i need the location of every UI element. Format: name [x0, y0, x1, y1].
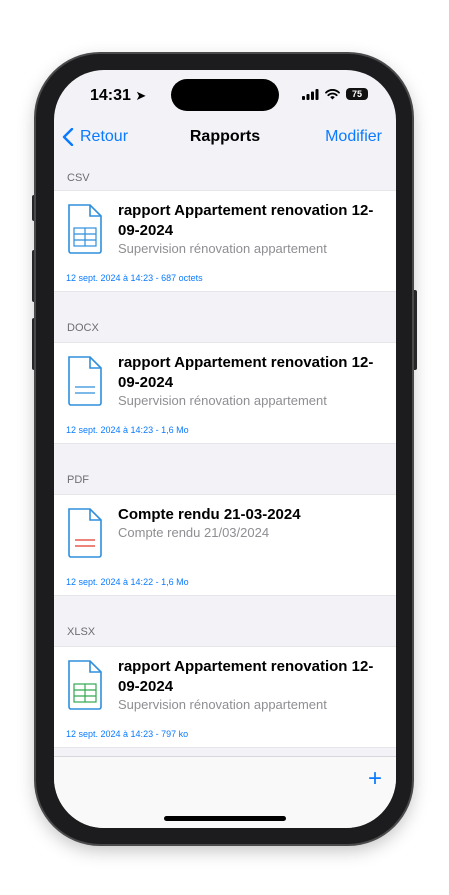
report-meta: 12 sept. 2024 à 14:22 - 1,6 Mo [66, 577, 189, 587]
report-subtitle: Supervision rénovation appartement [118, 697, 327, 712]
section-header-pdf: PDF [67, 474, 89, 486]
report-title: rapport Appartement renovation 12-09-202… [118, 658, 374, 695]
status-icons: 75 [302, 88, 368, 100]
screen: 14:31 ➤ 75 Retour Rapports Modifier CSV … [54, 70, 396, 828]
report-title: Compte rendu 21-03-2024 [118, 506, 301, 523]
report-meta: 12 sept. 2024 à 14:23 - 797 ko [66, 729, 189, 739]
status-bar: 14:31 ➤ 75 [54, 70, 396, 120]
report-meta: 12 sept. 2024 à 14:23 - 1,6 Mo [66, 425, 189, 435]
report-title: rapport Appartement renovation 12-09-202… [118, 354, 374, 391]
report-list: CSV rapport Appartement renovation 12-09… [54, 156, 396, 748]
wifi-icon [325, 88, 340, 99]
signal-icon [302, 88, 319, 100]
pdf-file-icon [68, 508, 102, 558]
list-item[interactable]: rapport Appartement renovation 12-09-202… [54, 190, 396, 292]
dynamic-island [171, 79, 279, 111]
status-time: 14:31 ➤ [90, 87, 146, 105]
list-item[interactable]: rapport Appartement renovation 12-09-202… [54, 342, 396, 444]
csv-file-icon [68, 204, 102, 254]
add-report-button[interactable]: + [368, 767, 382, 791]
report-title: rapport Appartement renovation 12-09-202… [118, 202, 374, 239]
battery-level: 75 [351, 89, 362, 99]
navigation-bar: Retour Rapports Modifier [54, 120, 396, 154]
report-subtitle: Supervision rénovation appartement [118, 393, 327, 408]
time-label: 14:31 [90, 87, 131, 104]
bottom-toolbar: + [54, 756, 396, 828]
section-header-xlsx: XLSX [67, 626, 96, 638]
report-subtitle: Supervision rénovation appartement [118, 241, 327, 256]
section-header-csv: CSV [67, 172, 90, 184]
section-header-docx: DOCX [67, 322, 99, 334]
report-subtitle: Compte rendu 21/03/2024 [118, 525, 270, 540]
report-meta: 12 sept. 2024 à 14:23 - 687 octets [66, 273, 203, 283]
docx-file-icon [68, 356, 102, 406]
edit-button[interactable]: Modifier [325, 128, 382, 146]
side-button [412, 290, 417, 370]
location-arrow-icon: ➤ [135, 88, 147, 103]
home-indicator [164, 816, 286, 821]
list-item[interactable]: Compte rendu 21-03-2024 Compte rendu 21/… [54, 494, 396, 596]
list-item[interactable]: rapport Appartement renovation 12-09-202… [54, 646, 396, 748]
battery-icon: 75 [346, 88, 368, 100]
xlsx-file-icon [68, 660, 102, 710]
